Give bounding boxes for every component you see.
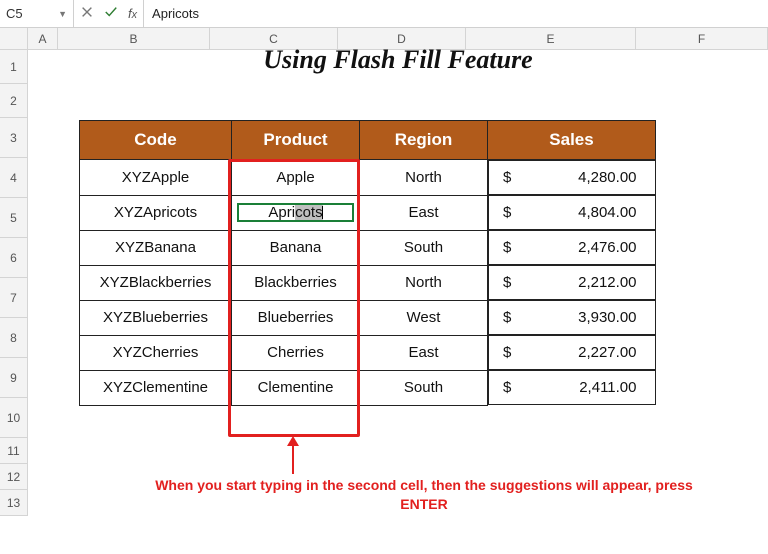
data-table-wrap: Code Product Region Sales XYZAppleAppleN… bbox=[79, 120, 655, 406]
table-row: XYZBananaBananaSouth$2,476.00 bbox=[80, 230, 656, 265]
annotation-text: When you start typing in the second cell… bbox=[140, 476, 708, 514]
table-row: XYZAppleAppleNorth$4,280.00 bbox=[80, 160, 656, 196]
row-header[interactable]: 5 bbox=[0, 198, 28, 238]
row-header[interactable]: 11 bbox=[0, 438, 28, 464]
header-product[interactable]: Product bbox=[232, 121, 360, 160]
cell-product-suggestion[interactable]: Blackberries bbox=[232, 265, 360, 300]
row-header[interactable]: 3 bbox=[0, 118, 28, 158]
currency-symbol: $ bbox=[503, 309, 511, 326]
cell-sales[interactable]: $3,930.00 bbox=[488, 300, 656, 335]
cell-sales[interactable]: $2,227.00 bbox=[488, 335, 656, 370]
name-box[interactable]: C5 ▼ bbox=[0, 0, 74, 27]
cell-sales[interactable]: $2,411.00 bbox=[488, 370, 656, 405]
cell-code[interactable]: XYZApricots bbox=[80, 195, 232, 230]
cell-product-suggestion[interactable]: Banana bbox=[232, 230, 360, 265]
cell-product[interactable]: Apple bbox=[232, 160, 360, 196]
table-row: XYZBlackberriesBlackberriesNorth$2,212.0… bbox=[80, 265, 656, 300]
cell-sales[interactable]: $4,280.00 bbox=[488, 160, 656, 195]
row-header[interactable]: 13 bbox=[0, 490, 28, 516]
select-all-corner[interactable] bbox=[0, 28, 28, 50]
formula-bar-buttons: fx bbox=[74, 0, 144, 27]
sales-value: 2,411.00 bbox=[579, 379, 636, 396]
cancel-icon[interactable] bbox=[80, 5, 94, 22]
col-header[interactable]: E bbox=[466, 28, 636, 50]
row-header[interactable]: 4 bbox=[0, 158, 28, 198]
formula-bar: C5 ▼ fx Apricots bbox=[0, 0, 768, 28]
formula-bar-text: Apricots bbox=[152, 6, 199, 21]
row-header[interactable]: 1 bbox=[0, 50, 28, 84]
cell-sales[interactable]: $2,212.00 bbox=[488, 265, 656, 300]
cell-region[interactable]: West bbox=[360, 300, 488, 335]
row-header[interactable]: 10 bbox=[0, 398, 28, 438]
row-header[interactable]: 9 bbox=[0, 358, 28, 398]
sales-value: 4,804.00 bbox=[578, 204, 636, 221]
table-row: XYZCherriesCherriesEast$2,227.00 bbox=[80, 335, 656, 370]
header-code[interactable]: Code bbox=[80, 121, 232, 160]
arrow-icon bbox=[292, 438, 294, 474]
cell-region[interactable]: South bbox=[360, 370, 488, 405]
currency-symbol: $ bbox=[503, 169, 511, 186]
sales-value: 2,476.00 bbox=[578, 239, 636, 256]
sales-value: 4,280.00 bbox=[578, 169, 636, 186]
cell-product-suggestion[interactable]: Clementine bbox=[232, 370, 360, 405]
cell-code[interactable]: XYZCherries bbox=[80, 335, 232, 370]
currency-symbol: $ bbox=[503, 204, 511, 221]
currency-symbol: $ bbox=[503, 239, 511, 256]
row-headers: 1 2 3 4 5 6 7 8 9 10 11 12 13 bbox=[0, 50, 28, 516]
chevron-down-icon[interactable]: ▼ bbox=[58, 9, 67, 19]
row-header[interactable]: 6 bbox=[0, 238, 28, 278]
enter-icon[interactable] bbox=[104, 5, 118, 22]
cell-region[interactable]: North bbox=[360, 265, 488, 300]
cell-region[interactable]: East bbox=[360, 195, 488, 230]
sales-value: 3,930.00 bbox=[578, 309, 636, 326]
col-header[interactable]: F bbox=[636, 28, 768, 50]
cell-product-suggestion[interactable]: Blueberries bbox=[232, 300, 360, 335]
cell-code[interactable]: XYZBlackberries bbox=[80, 265, 232, 300]
name-box-value: C5 bbox=[6, 6, 23, 21]
sales-value: 2,227.00 bbox=[578, 344, 636, 361]
sales-value: 2,212.00 bbox=[578, 274, 636, 291]
header-region[interactable]: Region bbox=[360, 121, 488, 160]
cell-code[interactable]: XYZApple bbox=[80, 160, 232, 196]
row-header[interactable]: 8 bbox=[0, 318, 28, 358]
table-row: XYZClementineClementineSouth$2,411.00 bbox=[80, 370, 656, 405]
col-header[interactable]: C bbox=[210, 28, 338, 50]
currency-symbol: $ bbox=[503, 379, 511, 396]
table-row: XYZApricotsApricotsEast$4,804.00 bbox=[80, 195, 656, 230]
col-header[interactable]: A bbox=[28, 28, 58, 50]
row-header[interactable]: 7 bbox=[0, 278, 28, 318]
cell-sales[interactable]: $4,804.00 bbox=[488, 195, 656, 230]
cell-product-editing[interactable]: Apricots bbox=[232, 195, 360, 230]
cell-region[interactable]: South bbox=[360, 230, 488, 265]
cell-product-suggestion[interactable]: Cherries bbox=[232, 335, 360, 370]
cell-region[interactable]: North bbox=[360, 160, 488, 196]
cell-code[interactable]: XYZClementine bbox=[80, 370, 232, 405]
currency-symbol: $ bbox=[503, 344, 511, 361]
cell-sales[interactable]: $2,476.00 bbox=[488, 230, 656, 265]
fx-icon[interactable]: fx bbox=[128, 6, 137, 21]
formula-bar-input[interactable]: Apricots bbox=[144, 0, 768, 27]
currency-symbol: $ bbox=[503, 274, 511, 291]
data-table: Code Product Region Sales XYZAppleAppleN… bbox=[79, 120, 656, 406]
cell-code[interactable]: XYZBlueberries bbox=[80, 300, 232, 335]
header-sales[interactable]: Sales bbox=[488, 121, 656, 160]
col-header[interactable]: D bbox=[338, 28, 466, 50]
cell-code[interactable]: XYZBanana bbox=[80, 230, 232, 265]
col-header[interactable]: B bbox=[58, 28, 210, 50]
row-header[interactable]: 2 bbox=[0, 84, 28, 118]
cell-region[interactable]: East bbox=[360, 335, 488, 370]
table-row: XYZBlueberriesBlueberriesWest$3,930.00 bbox=[80, 300, 656, 335]
row-header[interactable]: 12 bbox=[0, 464, 28, 490]
